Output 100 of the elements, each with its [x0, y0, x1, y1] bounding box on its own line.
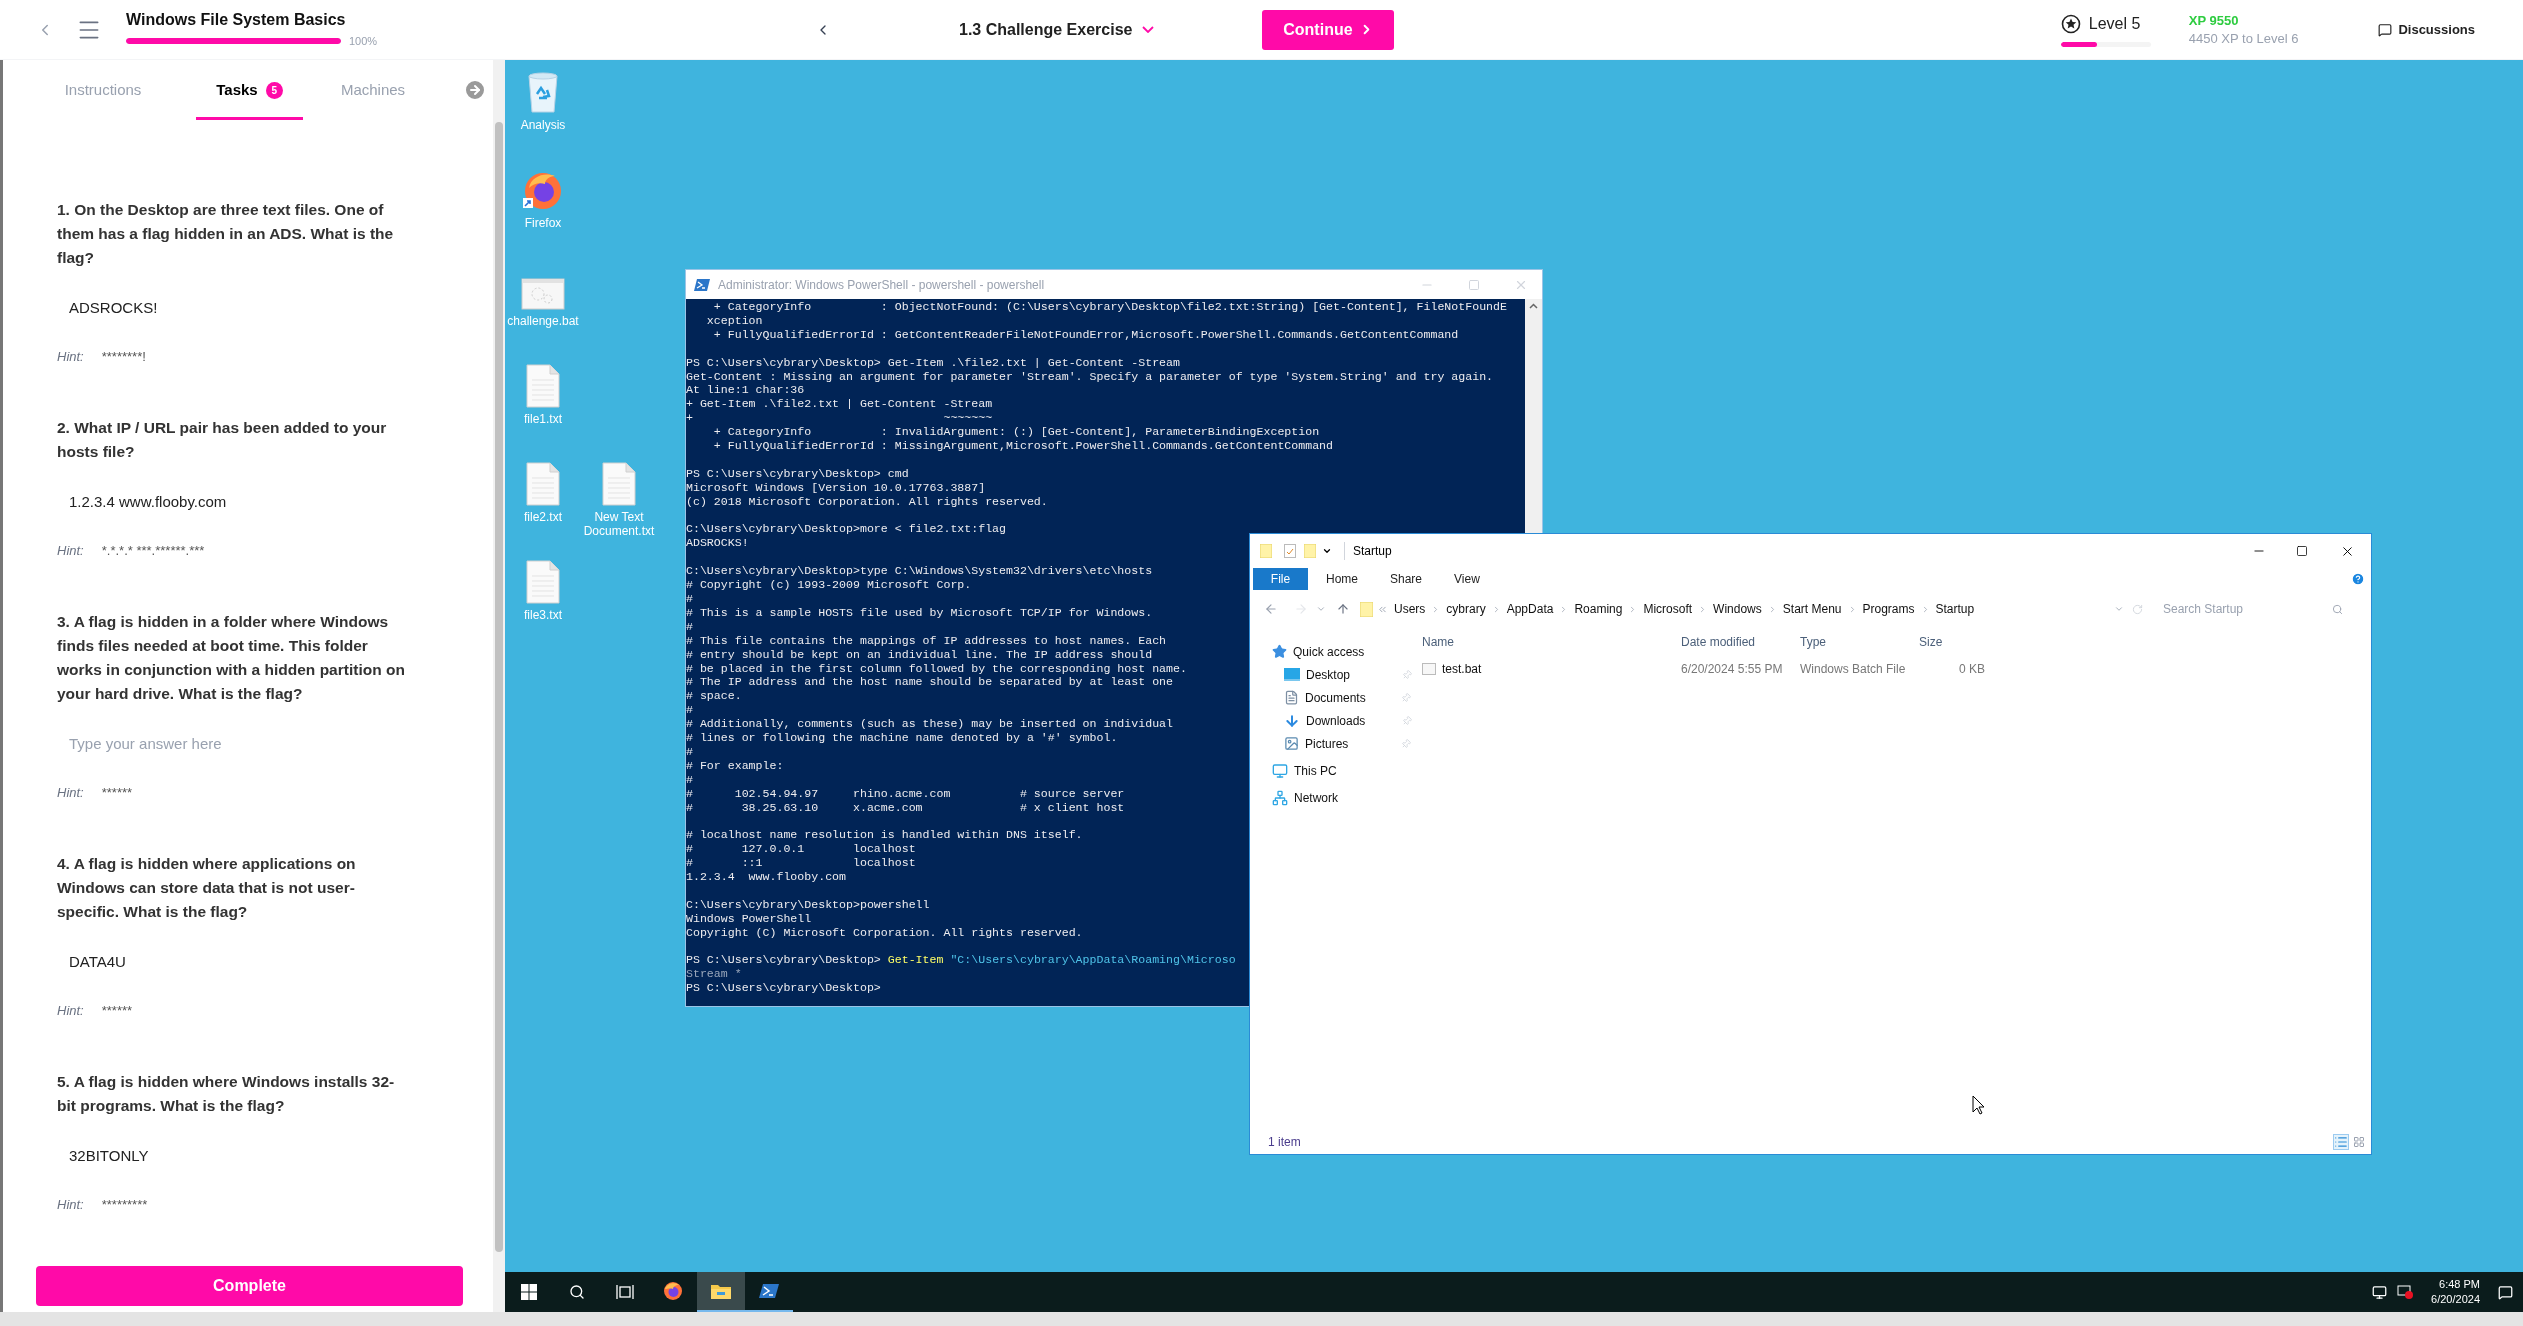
terminal-line: PS C:\Users\cybrary\Desktop> cmd	[686, 466, 909, 480]
breadcrumb-item[interactable]: Start Menu	[1782, 600, 1842, 618]
maximize-icon[interactable]	[2296, 545, 2308, 557]
scrollbar-thumb[interactable]	[495, 122, 503, 1252]
window-title: Startup	[1344, 542, 1392, 560]
terminal-line: # lines or following the machine name denoted by a '#' symbol.	[686, 731, 1118, 745]
hint-label: Hint:	[57, 1196, 84, 1215]
nav-item[interactable]: Downloads	[1306, 711, 1396, 730]
xp-count: XP 9550	[2188, 11, 2240, 30]
search-field[interactable]: Search Startup	[2163, 600, 2332, 618]
file-name: test.bat	[1442, 661, 1482, 678]
terminal-line: # Additionally, comments (such as these) may be inserted on individual	[686, 717, 1174, 731]
task-question: 4. A flag is hidden where applications on Windows can store data that is not user-specific. What is the flag?	[57, 854, 357, 922]
help-icon[interactable]	[2351, 572, 2365, 586]
arrow-right-icon[interactable]	[463, 78, 487, 102]
mouse-cursor-icon	[1972, 1095, 1985, 1115]
batch-file-icon	[1422, 663, 1436, 675]
breadcrumb-item[interactable]: Users	[1394, 600, 1426, 618]
terminal-line: # 127.0.0.1 localhost	[686, 842, 916, 856]
column-header[interactable]: Date modified	[1681, 635, 1756, 649]
back-icon[interactable]	[1264, 602, 1278, 616]
terminal-line: #	[686, 772, 693, 786]
powershell-icon	[694, 277, 710, 292]
chat-icon	[2378, 22, 2393, 37]
search-icon	[2332, 603, 2343, 615]
nav-item[interactable]: Documents	[1305, 688, 1395, 707]
scroll-up-icon[interactable]	[1529, 303, 1538, 309]
dropdown-icon[interactable]	[1322, 546, 1332, 556]
properties-icon	[1284, 544, 1296, 558]
file-row[interactable]: test.bat 6/20/2024 5:55 PM Windows Batch File 0 KB	[1422, 658, 2371, 680]
terminal-line: 1.2.3.4 www.flooby.com	[686, 870, 847, 884]
continue-button[interactable]: Continue	[1262, 9, 1395, 50]
course-title: Windows File System Basics	[126, 9, 347, 30]
breadcrumb-item[interactable]: AppData	[1506, 600, 1554, 618]
ribbon-tab[interactable]: File	[1253, 568, 1308, 590]
alert-icon[interactable]	[2397, 1284, 2414, 1300]
breadcrumb-item[interactable]: Microsoft	[1643, 600, 1693, 618]
details-view-icon[interactable]	[2333, 1134, 2349, 1150]
batch-file-icon	[521, 278, 565, 310]
new-folder-icon	[1304, 544, 1316, 558]
task-question: 1. On the Desktop are three text files. One of them has a flag hidden in an ADS. What is the flag?	[57, 200, 395, 268]
folder-icon	[1260, 544, 1272, 558]
hint-label: Hint:	[57, 1002, 84, 1021]
lesson-dropdown[interactable]: 1.3 Challenge Exercise	[959, 17, 1155, 42]
breadcrumb-item[interactable]: Startup	[1935, 600, 1975, 618]
status-text: 1 item	[1268, 1134, 1301, 1151]
column-header[interactable]: Type	[1800, 635, 1826, 649]
scrollbar[interactable]	[493, 60, 505, 1312]
caret-icon	[1142, 26, 1155, 33]
terminal-line: # Copyright (c) 1993-2009 Microsoft Corp.	[686, 578, 972, 592]
hint-label: Hint:	[57, 542, 84, 561]
panel-tab[interactable]: Tasks 5	[196, 60, 303, 120]
breadcrumb-item[interactable]: Programs	[1862, 600, 1915, 618]
hint-text: *********	[101, 1196, 148, 1215]
breadcrumb-item[interactable]: cybrary	[1446, 600, 1486, 618]
terminal-prompt: PS C:\Users\cybrary\Desktop>	[686, 953, 881, 968]
ribbon-tab[interactable]: Share	[1376, 568, 1437, 590]
column-header[interactable]: Size	[1919, 635, 1943, 649]
ribbon-tab[interactable]: Home	[1312, 568, 1372, 590]
terminal-line: + ~~~~~~~	[686, 411, 993, 425]
terminal-line: #	[686, 591, 693, 605]
terminal-line: # 102.54.94.97 rhino.acme.com # source server	[686, 786, 1125, 800]
terminal-line: + FullyQualifiedErrorId : GetContentReaderFileNotFoundError,Microsoft.PowerShell.Commands.GetContentCommand	[712, 327, 1459, 341]
nav-item[interactable]: Quick access	[1293, 642, 1383, 661]
terminal-line: # The IP address and the host name should be separated by at least one	[686, 675, 1174, 689]
notifications-icon[interactable]	[2498, 1284, 2513, 1300]
up-icon[interactable]	[1336, 602, 1350, 616]
task-view-icon	[616, 1284, 634, 1300]
nav-item[interactable]: Pictures	[1305, 734, 1395, 753]
network-icon	[1272, 789, 1288, 806]
task-question: 2. What IP / URL pair has been added to your hosts file?	[57, 418, 388, 462]
terminal-line: # ::1 localhost	[686, 856, 916, 870]
nav-item[interactable]: This PC	[1294, 761, 1384, 780]
text-file-icon	[526, 462, 560, 506]
hint-text: *.*.*.* ***.******.***	[101, 542, 205, 561]
task-question: 5. A flag is hidden where Windows installs 32-bit programs. What is the flag?	[57, 1072, 396, 1116]
breadcrumb-item[interactable]: Windows	[1713, 600, 1762, 618]
terminal-line: + CategoryInfo : InvalidArgument: (:) [Get-Content], ParameterBindingException	[712, 425, 1320, 439]
clock-date: 6/20/2024	[2431, 1292, 2480, 1307]
hint-text: ******	[101, 784, 133, 803]
download-icon	[1284, 712, 1300, 729]
terminal-line: # This is a sample HOSTS file used by Microsoft TCP/IP for Windows.	[686, 605, 1153, 619]
firefox-icon	[663, 1281, 683, 1301]
tiles-view-icon[interactable]	[2353, 1136, 2365, 1148]
text-file-icon	[526, 560, 560, 604]
nav-item[interactable]: Desktop	[1306, 665, 1396, 684]
terminal-line: Microsoft Windows [Version 10.0.17763.3887]	[686, 480, 986, 494]
column-header[interactable]: Name	[1422, 635, 1454, 649]
taskbar-app[interactable]	[697, 1272, 745, 1312]
text-file-icon	[526, 364, 560, 408]
scrollbar[interactable]	[1525, 299, 1542, 533]
discussions-link[interactable]: Discussions	[2378, 19, 2475, 40]
complete-button[interactable]: Complete	[36, 1266, 463, 1306]
network-status-icon[interactable]	[2372, 1284, 2388, 1300]
desktop-icon	[1284, 668, 1300, 681]
breadcrumb-item[interactable]: Roaming	[1574, 600, 1623, 618]
terminal-line: # 38.25.63.10 x.acme.com # x client host	[686, 800, 1125, 814]
ribbon-tab[interactable]: View	[1440, 568, 1494, 590]
nav-item[interactable]: Network	[1294, 788, 1384, 807]
terminal-line: (c) 2018 Microsoft Corporation. All rights reserved.	[686, 494, 1048, 508]
